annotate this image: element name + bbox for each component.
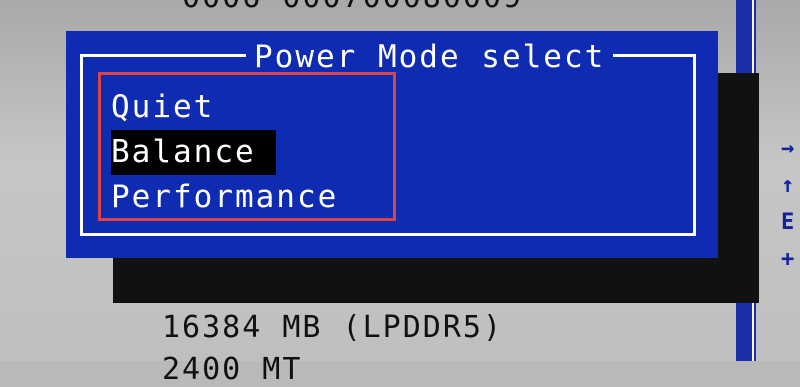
- dialog-title: Power Mode select: [246, 39, 614, 75]
- options-highlight-box: [98, 72, 396, 221]
- right-hints: → ↑ E +: [781, 130, 800, 278]
- background-memory-text: 16384 MB (LPDDR5): [162, 310, 504, 345]
- right-hint-arrow-right-icon: →: [781, 136, 795, 161]
- right-hint-e: E: [781, 210, 795, 235]
- background-top-text: -0006-000700080009: [162, 0, 523, 15]
- background-speed-text: 2400 MT: [162, 352, 303, 387]
- right-hint-plus: +: [781, 247, 795, 272]
- right-hint-arrow-up-icon: ↑: [781, 173, 795, 198]
